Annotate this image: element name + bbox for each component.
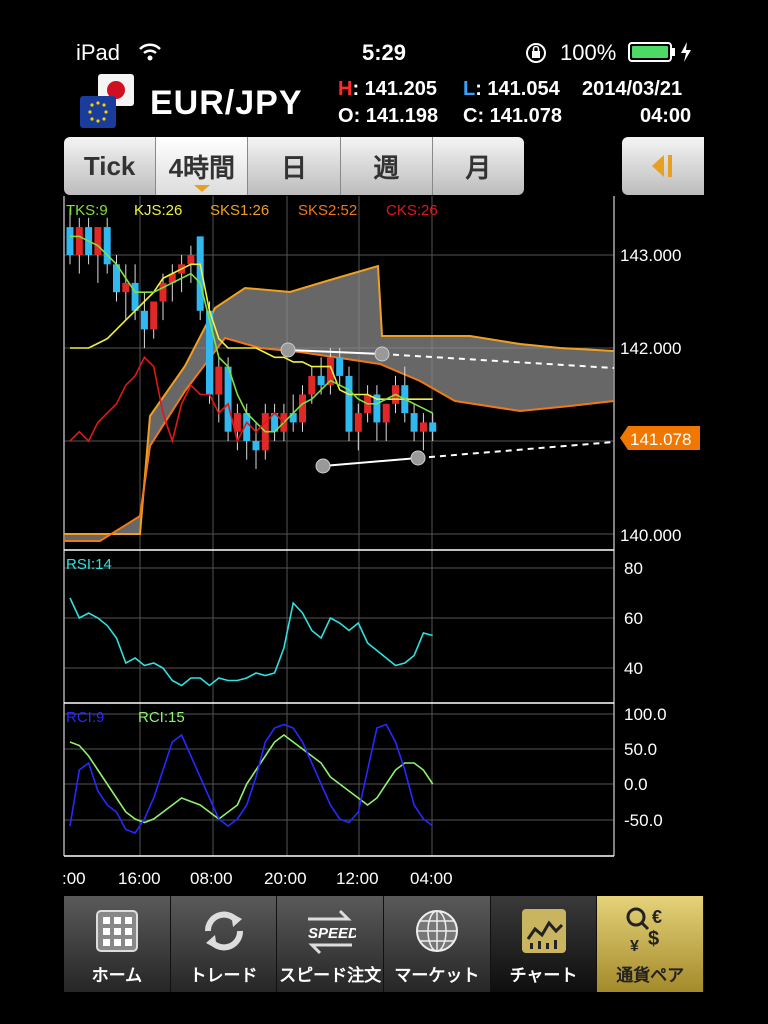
nav-currency-label: 通貨ペア <box>616 966 685 985</box>
time-tick: 04:00 <box>410 869 453 888</box>
rci-tick: 100.0 <box>624 705 667 724</box>
tks-label: TKS:9 <box>66 202 108 219</box>
cks-label: CKS:26 <box>386 202 438 219</box>
trendline-handle <box>374 346 390 362</box>
tab-monthly[interactable]: 月 <box>433 137 524 195</box>
candle <box>345 375 353 432</box>
close-price: C: 141.078 <box>463 105 562 127</box>
candle <box>66 227 74 255</box>
svg-text:$: $ <box>648 928 659 950</box>
nav-market[interactable]: マーケット <box>384 896 491 992</box>
current-price: 141.078 <box>630 430 691 449</box>
nav-chart[interactable]: チャート <box>490 896 598 992</box>
currency-pair: EUR/JPY <box>150 84 303 122</box>
quote-header: EUR/JPY H: 141.205 L: 141.054 2014/03/21… <box>0 68 768 136</box>
svg-text:SPEED: SPEED <box>308 925 356 942</box>
nav-market-label: マーケット <box>394 966 480 985</box>
candle <box>382 403 390 423</box>
price-chart[interactable]: TKS:9 KJS:26 SKS1:26 SKS2:52 CKS:26 RSI:… <box>0 196 768 896</box>
price-tick: 142.000 <box>620 339 681 358</box>
status-bar: iPad 5:29 100% <box>0 36 768 68</box>
tab-weekly[interactable]: 週 <box>341 137 433 195</box>
side-panel-button[interactable] <box>622 137 704 195</box>
quote-time: 04:00 <box>640 105 692 127</box>
svg-text:¥: ¥ <box>630 938 639 955</box>
time-tick: 12:00 <box>336 869 379 888</box>
time-tick: 20:00 <box>264 869 307 888</box>
battery-icon <box>628 42 672 62</box>
tab-4hour[interactable]: 4時間 <box>156 137 249 195</box>
refresh-icon <box>204 911 243 951</box>
battery-tip <box>672 48 675 56</box>
rsi-tick: 80 <box>624 559 643 578</box>
sks1-label: SKS1:26 <box>210 202 269 219</box>
rotation-lock-icon <box>526 43 546 63</box>
rci-tick: -50.0 <box>624 811 663 830</box>
rsi-label: RSI:14 <box>66 556 112 573</box>
high-price: H: 141.205 <box>338 78 437 100</box>
collapse-left-icon <box>652 155 672 177</box>
candle <box>429 422 437 432</box>
time-tick: :00 <box>62 869 86 888</box>
candle <box>308 375 316 395</box>
rci-tick: 0.0 <box>624 775 648 794</box>
rsi-tick: 60 <box>624 609 643 628</box>
candle <box>252 441 260 451</box>
candle <box>94 227 102 255</box>
candle <box>187 255 195 265</box>
selected-arrow-icon <box>193 185 210 192</box>
nav-trade[interactable]: トレード <box>170 896 278 992</box>
trendline-handle <box>315 458 331 474</box>
price-tick: 143.000 <box>620 246 681 265</box>
candle <box>215 366 223 395</box>
globe-icon <box>415 910 458 952</box>
time-tick: 16:00 <box>118 869 161 888</box>
low-price: L: 141.054 <box>463 78 560 100</box>
currency-icon: € $ ¥ <box>626 907 662 955</box>
candle <box>122 282 130 293</box>
candle <box>317 375 325 386</box>
price-tick: 140.000 <box>620 526 681 545</box>
grid-icon <box>95 910 138 952</box>
timeframe-tabs: Tick 4時間 日 週 月 <box>64 137 524 195</box>
time-tick: 08:00 <box>190 869 233 888</box>
candle <box>354 413 362 432</box>
quote-date: 2014/03/21 <box>582 78 683 100</box>
rci9-label: RCI:9 <box>66 709 104 726</box>
nav-home[interactable]: ホーム <box>64 896 171 992</box>
nav-chart-label: チャート <box>509 966 578 985</box>
sks2-label: SKS2:52 <box>298 202 357 219</box>
nav-speed-order[interactable]: SPEED スピード注文 <box>277 896 385 992</box>
tab-tick[interactable]: Tick <box>64 137 157 195</box>
flag-pair-icon <box>80 74 134 128</box>
candle <box>150 301 158 330</box>
svg-text:€: € <box>652 907 662 927</box>
candle <box>75 227 83 255</box>
nav-trade-label: トレード <box>189 966 258 985</box>
charging-icon <box>681 42 691 62</box>
rsi-tick: 40 <box>624 659 643 678</box>
tab-daily[interactable]: 日 <box>248 137 341 195</box>
nav-home-label: ホーム <box>91 966 143 985</box>
candle <box>140 310 148 330</box>
candle <box>299 394 306 423</box>
candle <box>336 357 344 376</box>
speed-icon: SPEED <box>308 909 356 955</box>
candle <box>410 413 418 432</box>
kjs-label: KJS:26 <box>134 202 182 219</box>
rci15-label: RCI:15 <box>138 709 185 726</box>
candle <box>103 227 111 265</box>
trendline-handle <box>280 342 296 358</box>
rci-tick: 50.0 <box>624 740 657 759</box>
chart-icon <box>521 909 566 953</box>
trendline-handle <box>410 450 426 466</box>
open-price: O: 141.198 <box>338 105 439 127</box>
bottom-nav: ホーム トレード SPEED スピード注文 マーケット チャート € $ ¥ 通… <box>64 896 705 992</box>
candle <box>419 422 427 432</box>
nav-currency-pair[interactable]: € $ ¥ 通貨ペア <box>597 896 705 992</box>
battery-percent: 100% <box>560 40 617 65</box>
nav-speed-label: スピード注文 <box>279 966 382 985</box>
